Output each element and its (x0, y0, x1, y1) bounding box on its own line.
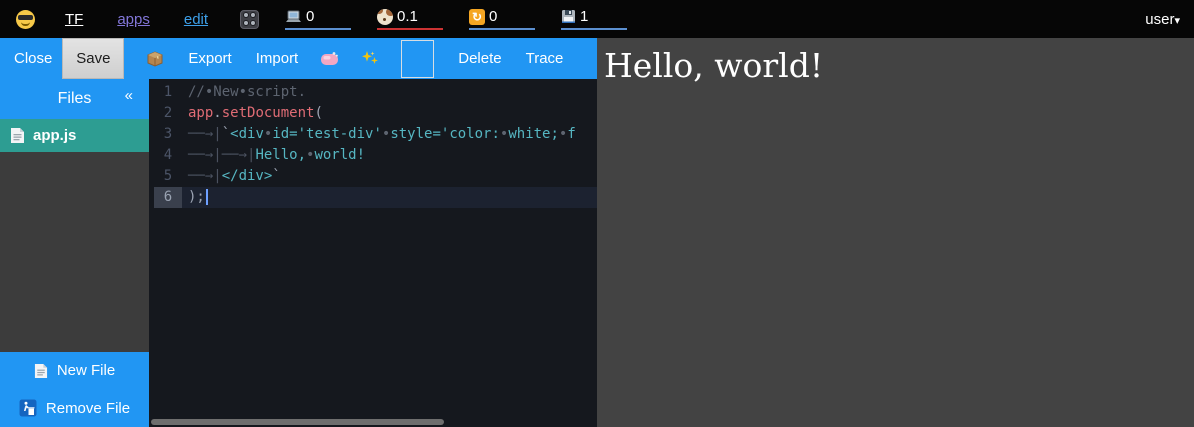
line-number[interactable]: 2 (154, 103, 182, 124)
line-number[interactable]: 3 (154, 124, 182, 145)
code-line-content: //•New•script. (182, 82, 597, 103)
line-number[interactable]: 4 (154, 145, 182, 166)
code-editor[interactable]: 1//•New•script.2app.setDocument(3──→|`<d… (149, 79, 597, 427)
file-item-appjs[interactable]: app.js (0, 119, 149, 152)
horizontal-scrollbar[interactable] (151, 419, 444, 425)
code-line[interactable]: 2app.setDocument( (149, 103, 597, 124)
hamster-counter-field[interactable]: 0.1 (377, 8, 443, 30)
remove-file-label: Remove File (46, 400, 130, 417)
code-line[interactable]: 4──→|──→|Hello,•world! (149, 145, 597, 166)
text-cursor (206, 189, 208, 205)
user-menu[interactable]: user▾ (1145, 11, 1180, 28)
line-number[interactable]: 5 (154, 166, 182, 187)
hamster-counter-value: 0.1 (397, 8, 418, 25)
save-button[interactable]: Save (62, 38, 124, 79)
floppy-counter-value: 1 (580, 8, 588, 25)
delete-button[interactable]: Delete (458, 50, 501, 67)
new-file-button[interactable]: New File (0, 352, 149, 389)
floppy-disk-icon (561, 9, 576, 24)
code-line-content: ──→|</div>` (182, 166, 597, 187)
repeat-counter-value: 0 (489, 8, 497, 25)
code-line-content: ──→|`<div•id='test-div'•style='color:•wh… (182, 124, 597, 145)
collapse-sidebar-icon[interactable]: « (125, 87, 133, 104)
code-line[interactable]: 1//•New•script. (149, 82, 597, 103)
floppy-counter-field[interactable]: 1 (561, 8, 627, 30)
file-item-label: app.js (33, 127, 76, 144)
hamster-icon (377, 9, 393, 25)
nav-link-tf[interactable]: TF (65, 11, 83, 28)
control-knobs-icon[interactable] (240, 10, 259, 29)
close-button[interactable]: Close (14, 50, 52, 67)
code-line-content: ); (182, 187, 597, 208)
laptop-counter-value: 0 (306, 8, 314, 25)
nav-link-apps[interactable]: apps (117, 11, 150, 28)
code-line[interactable]: 6); (149, 187, 597, 208)
editor-app-region: Close Save Export Import (0, 38, 597, 427)
empty-button[interactable] (401, 40, 434, 78)
soap-icon (320, 51, 339, 66)
preview-heading: Hello, world! (604, 46, 1194, 85)
top-bar: TF apps edit 0 0.1 ↻ 0 1 user▾ (0, 0, 1194, 38)
preview-panel: Hello, world! (597, 38, 1194, 427)
new-file-label: New File (57, 362, 115, 379)
package-button[interactable] (146, 50, 164, 68)
import-button[interactable]: Import (256, 50, 299, 67)
repeat-icon: ↻ (469, 9, 485, 25)
code-line-content: app.setDocument( (182, 103, 597, 124)
code-line[interactable]: 3──→|`<div•id='test-div'•style='color:•w… (149, 124, 597, 145)
laptop-counter-field[interactable]: 0 (285, 8, 351, 30)
export-button[interactable]: Export (188, 50, 231, 67)
files-sidebar: Files « app.js (0, 79, 149, 427)
laptop-icon (285, 10, 302, 24)
trace-button[interactable]: Trace (526, 50, 564, 67)
editor-toolbar: Close Save Export Import (0, 38, 597, 79)
files-header-title: Files (58, 90, 92, 108)
document-icon (10, 127, 25, 144)
sidebar-filler (0, 152, 149, 352)
nav-link-edit[interactable]: edit (184, 11, 208, 28)
code-line-content: ──→|──→|Hello,•world! (182, 145, 597, 166)
litter-bin-icon (19, 399, 37, 417)
remove-file-button[interactable]: Remove File (0, 389, 149, 427)
line-number[interactable]: 6 (154, 187, 182, 208)
files-header: Files « (0, 79, 149, 119)
user-menu-label: user (1145, 11, 1174, 28)
package-icon (146, 50, 164, 68)
smiling-face-sunglasses-icon[interactable] (16, 10, 35, 29)
line-number[interactable]: 1 (154, 82, 182, 103)
repeat-counter-field[interactable]: ↻ 0 (469, 8, 535, 30)
sparkles-button[interactable] (361, 50, 379, 67)
new-file-icon (34, 363, 48, 379)
code-line[interactable]: 5──→|</div>` (149, 166, 597, 187)
soap-button[interactable] (320, 51, 339, 66)
sparkles-icon (361, 50, 379, 67)
chevron-down-icon: ▾ (1174, 15, 1180, 27)
